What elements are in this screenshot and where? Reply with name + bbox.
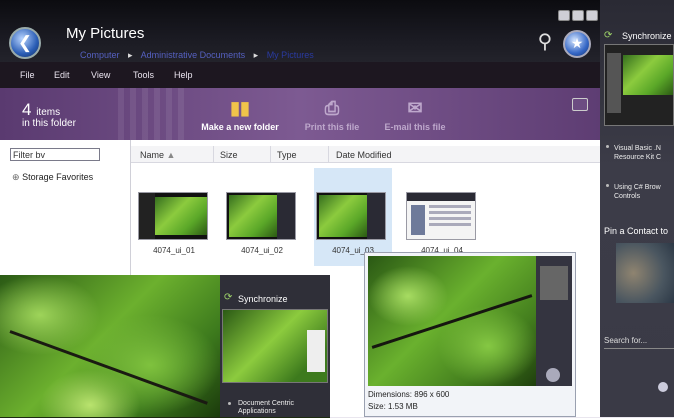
file-label-1[interactable]: 4074_ui_01 [134,246,214,255]
sidebar-pin-contact[interactable]: Pin a Contact to [604,226,668,236]
contact-gadget[interactable] [616,243,674,303]
breadcrumb-item-pictures[interactable]: My Pictures [267,50,314,60]
film-strip-decoration [118,88,188,140]
favorites-button[interactable]: ★ [563,30,591,58]
menu-file[interactable]: File [20,70,35,80]
menu-view[interactable]: View [91,70,110,80]
column-name-label: Name [140,150,165,160]
menu-edit[interactable]: Edit [54,70,70,80]
sync-icon: ⟳ [224,292,233,303]
breadcrumb-item-computer[interactable]: Computer [80,50,120,60]
chevron-right-icon: ▸ [128,50,133,60]
folder-icon: ▮▮ [230,98,250,118]
file-thumbnail-1[interactable] [138,192,208,240]
storage-favorites[interactable]: ⊕ Storage Favorites [12,172,93,183]
minimize-button[interactable] [558,10,570,21]
favorites-star-icon: ★ [570,35,584,51]
preview-dimensions: Dimensions: 896 x 600 [368,390,450,399]
item-count-number: 4 [22,100,32,119]
menu-tools[interactable]: Tools [133,70,154,80]
file-label-2[interactable]: 4074_ui_02 [222,246,302,255]
sync-icon: ⟳ [604,30,613,41]
column-size[interactable]: Size [220,150,238,160]
maximize-button[interactable] [572,10,584,21]
breadcrumb: Computer ▸ Administrative Documents ▸ My… [80,50,320,61]
gadget-icon[interactable] [658,382,668,392]
item-count-subtitle: in this folder [22,118,76,129]
new-folder-label: Make a new folder [201,122,279,132]
overlay-preview-gadget[interactable] [222,309,328,383]
file-thumbnail-3[interactable] [316,192,386,240]
back-button[interactable]: ❮ [9,27,41,59]
close-button[interactable] [586,10,598,21]
sidebar-item-csharp-browser[interactable]: Using C# Brow Controls [614,183,674,201]
chevron-right-icon: ▸ [253,50,259,60]
bullet-icon [228,402,231,405]
filter-input[interactable]: Filter bv [10,148,100,161]
item-count-unit: items [36,107,61,118]
expand-icon[interactable]: ⊕ [12,172,20,182]
column-divider[interactable] [270,146,271,162]
menu-bar: File Edit View Tools Help [0,62,600,88]
bullet-icon [606,184,609,187]
sidebar-sync-title[interactable]: Synchronize [622,31,672,41]
new-folder-button[interactable]: ▮▮ Make a new folder [190,96,290,132]
column-divider[interactable] [213,146,214,162]
sort-ascending-icon: ▲ [166,150,176,160]
menu-help[interactable]: Help [174,70,193,80]
sidebar-search-input[interactable]: Search for... [604,336,674,349]
email-file-button[interactable]: ✉ E-mail this file [365,96,465,132]
column-type[interactable]: Type [277,150,297,160]
print-file-label: Print this file [304,122,360,132]
storage-favorites-label: Storage Favorites [22,172,94,182]
overlay-item-document-centric[interactable]: Document Centric Applications [238,400,326,416]
file-thumbnail-4[interactable] [406,192,476,240]
email-file-label: E-mail this file [384,122,446,132]
bullet-icon [606,145,609,148]
magnifier-icon: ⚲ [537,31,553,53]
overlay-sync-title[interactable]: Synchronize [238,294,288,304]
envelope-icon: ✉ [407,98,423,118]
back-arrow-icon: ❮ [17,33,33,52]
sidebar-preview-gadget[interactable] [604,44,674,126]
breadcrumb-item-documents[interactable]: Administrative Documents [141,50,246,60]
column-date-modified[interactable]: Date Modified [336,150,392,160]
search-button[interactable]: ⚲ [532,28,558,56]
preview-file-size: Size: 1.53 MB [368,402,418,411]
window-title: My Pictures [66,25,145,42]
column-divider[interactable] [328,146,329,162]
preview-sidebar-strip [536,256,572,386]
column-name[interactable]: Name ▲ [140,150,175,160]
sidebar-item-vb-resource[interactable]: Visual Basic .N Resource Kit C [614,144,674,162]
view-options-button[interactable] [572,98,588,111]
file-thumbnail-2[interactable] [226,192,296,240]
